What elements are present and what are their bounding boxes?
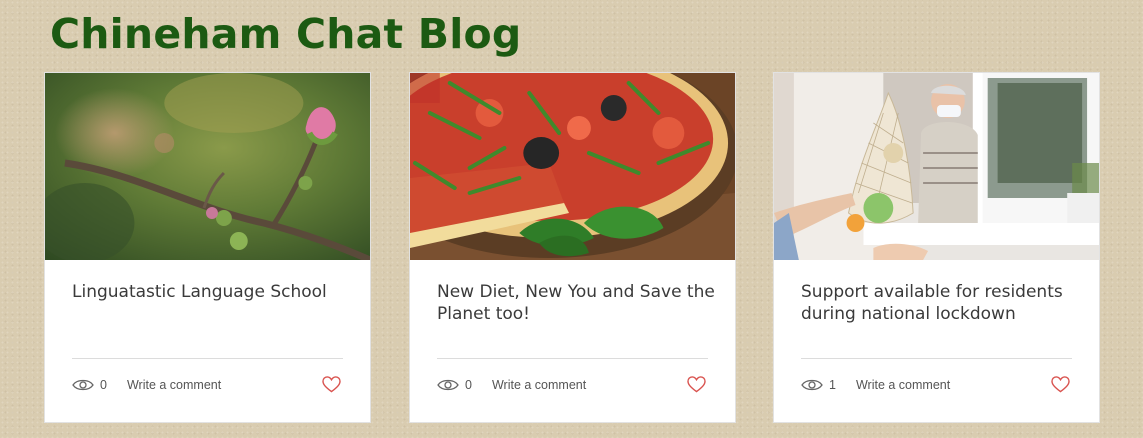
post-footer: 1 Write a comment xyxy=(801,375,1072,395)
post-title[interactable]: Linguatastic Language School xyxy=(72,281,352,303)
post-footer: 0 Write a comment xyxy=(437,375,708,395)
view-count: 0 xyxy=(465,378,472,392)
card-divider xyxy=(72,358,343,359)
post-image-blossom[interactable] xyxy=(45,73,370,260)
blog-post-card[interactable]: Support available for residents during n… xyxy=(773,72,1100,423)
post-title[interactable]: Support available for residents during n… xyxy=(801,281,1081,325)
view-count: 0 xyxy=(100,378,107,392)
write-comment-link[interactable]: Write a comment xyxy=(127,378,221,392)
blog-post-card[interactable]: Linguatastic Language School 0 Write a c… xyxy=(44,72,371,423)
card-divider xyxy=(437,358,708,359)
blog-post-card[interactable]: New Diet, New You and Save the Planet to… xyxy=(409,72,736,423)
heart-icon[interactable] xyxy=(1051,376,1070,393)
eye-icon xyxy=(801,378,823,392)
eye-icon xyxy=(437,378,459,392)
view-count: 1 xyxy=(829,378,836,392)
post-footer: 0 Write a comment xyxy=(72,375,343,395)
post-title[interactable]: New Diet, New You and Save the Planet to… xyxy=(437,281,717,325)
heart-icon[interactable] xyxy=(687,376,706,393)
blog-title: Chineham Chat Blog xyxy=(50,10,522,58)
heart-icon[interactable] xyxy=(322,376,341,393)
card-divider xyxy=(801,358,1072,359)
write-comment-link[interactable]: Write a comment xyxy=(856,378,950,392)
eye-icon xyxy=(72,378,94,392)
write-comment-link[interactable]: Write a comment xyxy=(492,378,586,392)
post-image-pizza[interactable] xyxy=(410,73,735,260)
post-image-delivery[interactable] xyxy=(774,73,1099,260)
